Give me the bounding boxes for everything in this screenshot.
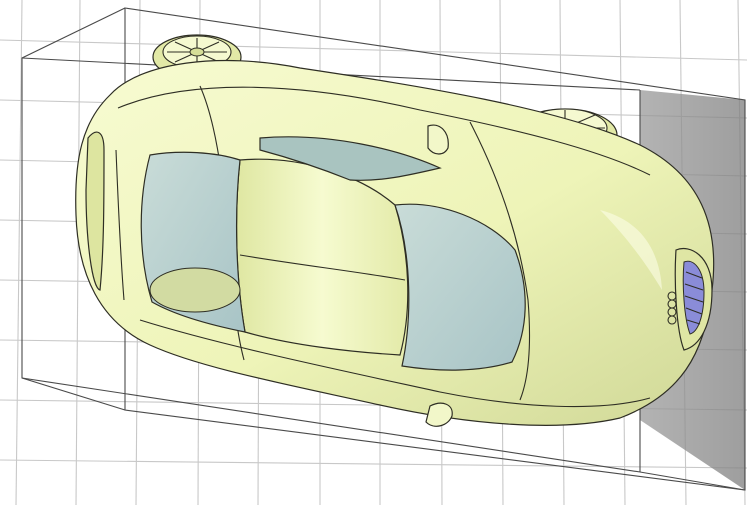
wheel-front-hub [189, 47, 205, 57]
grid-line [15, 0, 23, 505]
3d-viewport[interactable] [0, 0, 747, 505]
mirror-left[interactable] [425, 402, 453, 427]
mirror-left-shape [425, 402, 453, 427]
grid-line [75, 0, 81, 505]
interior-seat [149, 267, 241, 313]
3d-scene[interactable] [0, 0, 747, 505]
grid-line [0, 459, 747, 469]
grid-line [0, 39, 747, 61]
